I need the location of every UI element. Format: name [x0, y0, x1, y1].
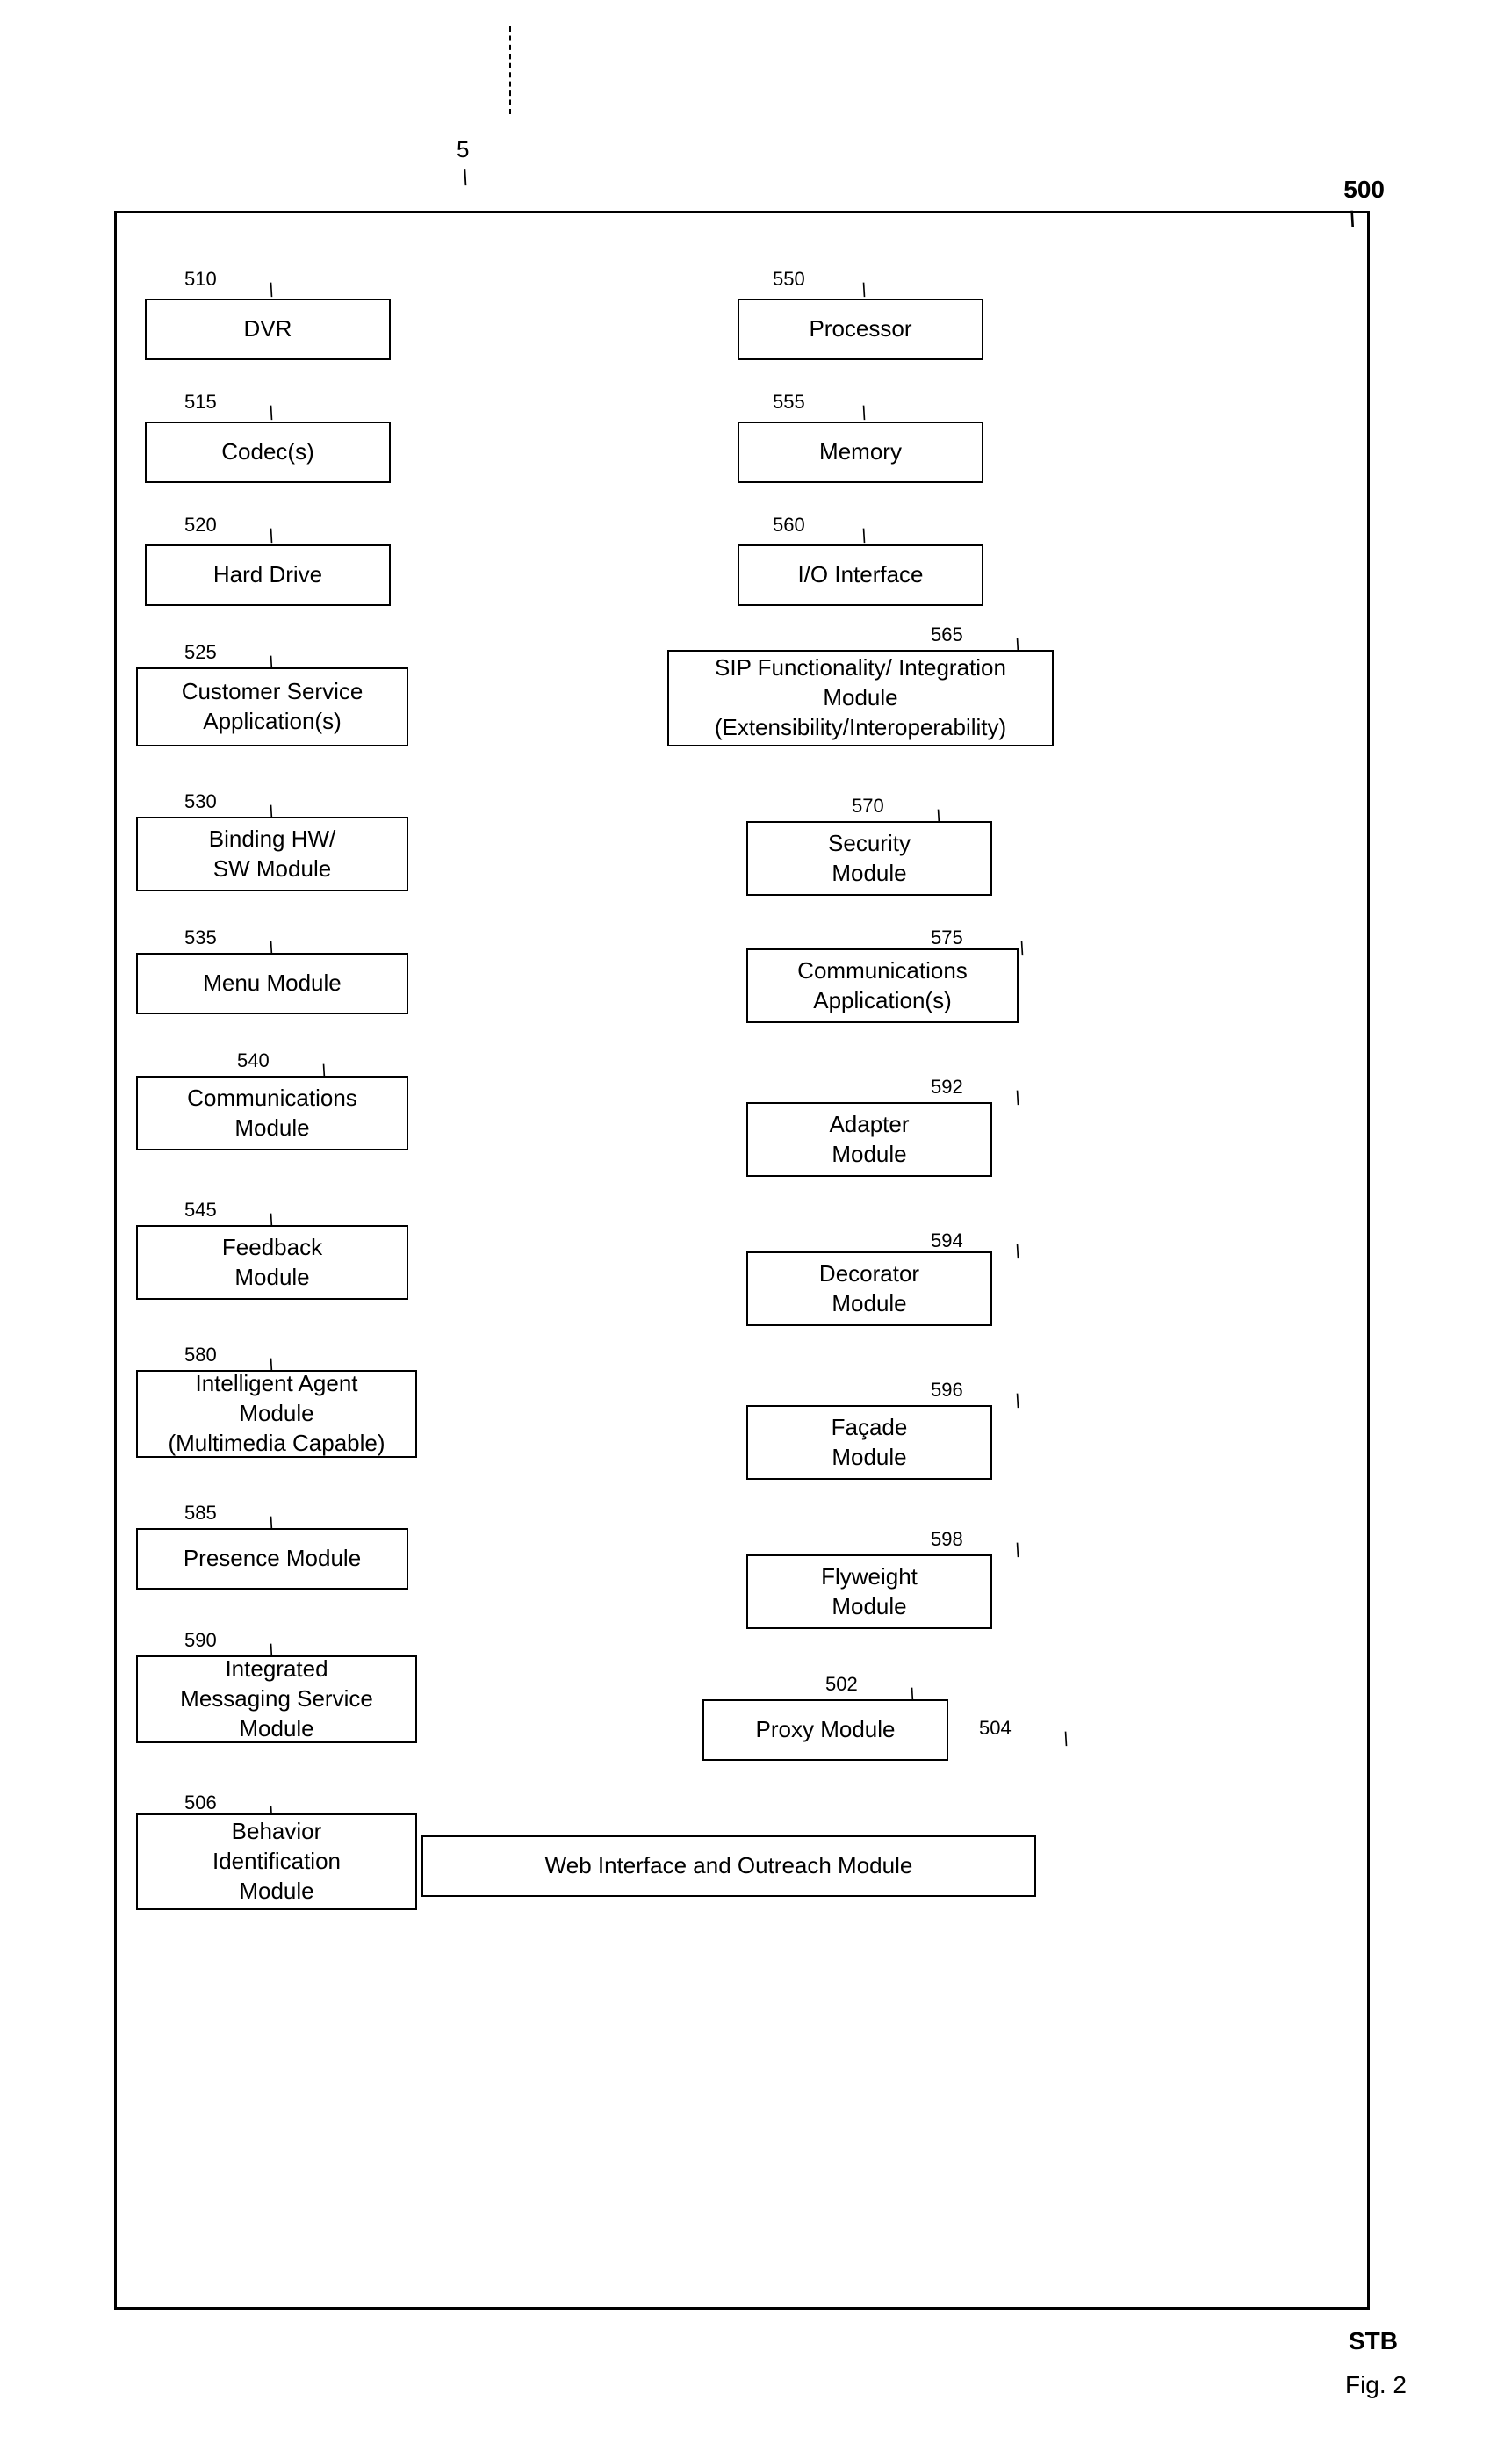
proxy-label: Proxy Module — [756, 1715, 896, 1745]
commsapp-label: CommunicationsApplication(s) — [797, 956, 968, 1016]
ref-550: 550 — [773, 268, 805, 291]
customerservice-module: Customer ServiceApplication(s) — [136, 667, 408, 746]
dvr-label: DVR — [244, 314, 292, 344]
ref-596: 596 — [931, 1379, 963, 1402]
webinterface-module: Web Interface and Outreach Module — [421, 1835, 1036, 1897]
flyweight-module: FlyweightModule — [746, 1554, 992, 1629]
processor-label: Processor — [809, 314, 911, 344]
intelligent-label: Intelligent AgentModule(Multimedia Capab… — [168, 1369, 385, 1458]
tick-594: ∖ — [1010, 1241, 1021, 1263]
behavior-module: BehaviorIdentificationModule — [136, 1813, 417, 1910]
facade-label: FaçadeModule — [832, 1413, 908, 1473]
commsmodule-module: CommunicationsModule — [136, 1076, 408, 1150]
commsapp-module: CommunicationsApplication(s) — [746, 948, 1019, 1023]
ref-515: 515 — [184, 391, 217, 414]
ref-540: 540 — [237, 1049, 270, 1072]
fig-label: Fig. 2 — [1345, 2371, 1407, 2399]
ref-510: 510 — [184, 268, 217, 291]
codecs-module: Codec(s) — [145, 422, 391, 483]
tick-596: ∖ — [1010, 1390, 1021, 1412]
presence-module: Presence Module — [136, 1528, 408, 1590]
behavior-label: BehaviorIdentificationModule — [212, 1817, 341, 1906]
stb-label: STB — [1349, 2327, 1398, 2355]
ref-504: 504 — [979, 1717, 1012, 1740]
ref-525: 525 — [184, 641, 217, 664]
ref-502: 502 — [825, 1673, 858, 1696]
io-label: I/O Interface — [797, 560, 923, 590]
bindinghw-module: Binding HW/SW Module — [136, 817, 408, 891]
adapter-module: AdapterModule — [746, 1102, 992, 1177]
feedback-label: FeedbackModule — [222, 1233, 322, 1293]
security-module: SecurityModule — [746, 821, 992, 896]
ref-530: 530 — [184, 790, 217, 813]
tick-504: ∖ — [1058, 1728, 1069, 1750]
io-module: I/O Interface — [738, 544, 983, 606]
ref-575: 575 — [931, 926, 963, 949]
proxy-module: Proxy Module — [702, 1699, 948, 1761]
flyweight-label: FlyweightModule — [821, 1562, 918, 1622]
commsmodule-label: CommunicationsModule — [187, 1084, 357, 1143]
top-connector-line — [509, 26, 511, 114]
ref-570: 570 — [852, 795, 884, 818]
integrated-module: IntegratedMessaging ServiceModule — [136, 1655, 417, 1743]
ref-592: 592 — [931, 1076, 963, 1099]
facade-module: FaçadeModule — [746, 1405, 992, 1480]
codecs-label: Codec(s) — [221, 437, 313, 467]
sip-label: SIP Functionality/ IntegrationModule(Ext… — [715, 653, 1006, 742]
harddrive-module: Hard Drive — [145, 544, 391, 606]
ref-585: 585 — [184, 1502, 217, 1525]
security-label: SecurityModule — [828, 829, 911, 889]
ref-520: 520 — [184, 514, 217, 537]
memory-module: Memory — [738, 422, 983, 483]
ref-555: 555 — [773, 391, 805, 414]
feedback-module: FeedbackModule — [136, 1225, 408, 1300]
intelligent-module: Intelligent AgentModule(Multimedia Capab… — [136, 1370, 417, 1458]
presence-label: Presence Module — [184, 1544, 361, 1574]
ref-590: 590 — [184, 1629, 217, 1652]
ref-560: 560 — [773, 514, 805, 537]
ref-580: 580 — [184, 1344, 217, 1366]
ref-594: 594 — [931, 1229, 963, 1252]
webinterface-label: Web Interface and Outreach Module — [545, 1851, 913, 1881]
menumodule-module: Menu Module — [136, 953, 408, 1014]
integrated-label: IntegratedMessaging ServiceModule — [180, 1655, 373, 1743]
memory-label: Memory — [819, 437, 902, 467]
tick-598: ∖ — [1010, 1539, 1021, 1561]
ref-545: 545 — [184, 1199, 217, 1222]
decorator-module: DecoratorModule — [746, 1251, 992, 1326]
sip-module: SIP Functionality/ IntegrationModule(Ext… — [667, 650, 1054, 746]
tick-592: ∖ — [1010, 1087, 1021, 1109]
page: 5 ∖ 500 ∖ STB 510 ∖ DVR 515 ∖ Codec(s) 5… — [0, 0, 1512, 2437]
ref-506: 506 — [184, 1792, 217, 1814]
ref-565: 565 — [931, 624, 963, 646]
decorator-label: DecoratorModule — [819, 1259, 919, 1319]
processor-module: Processor — [738, 299, 983, 360]
ref-5-label: 5 ∖ — [457, 136, 469, 191]
ref-535: 535 — [184, 926, 217, 949]
customerservice-label: Customer ServiceApplication(s) — [182, 677, 364, 737]
ref-598: 598 — [931, 1528, 963, 1551]
menumodule-label: Menu Module — [203, 969, 342, 999]
dvr-module: DVR — [145, 299, 391, 360]
adapter-label: AdapterModule — [829, 1110, 909, 1170]
harddrive-label: Hard Drive — [213, 560, 322, 590]
bindinghw-label: Binding HW/SW Module — [209, 825, 336, 884]
